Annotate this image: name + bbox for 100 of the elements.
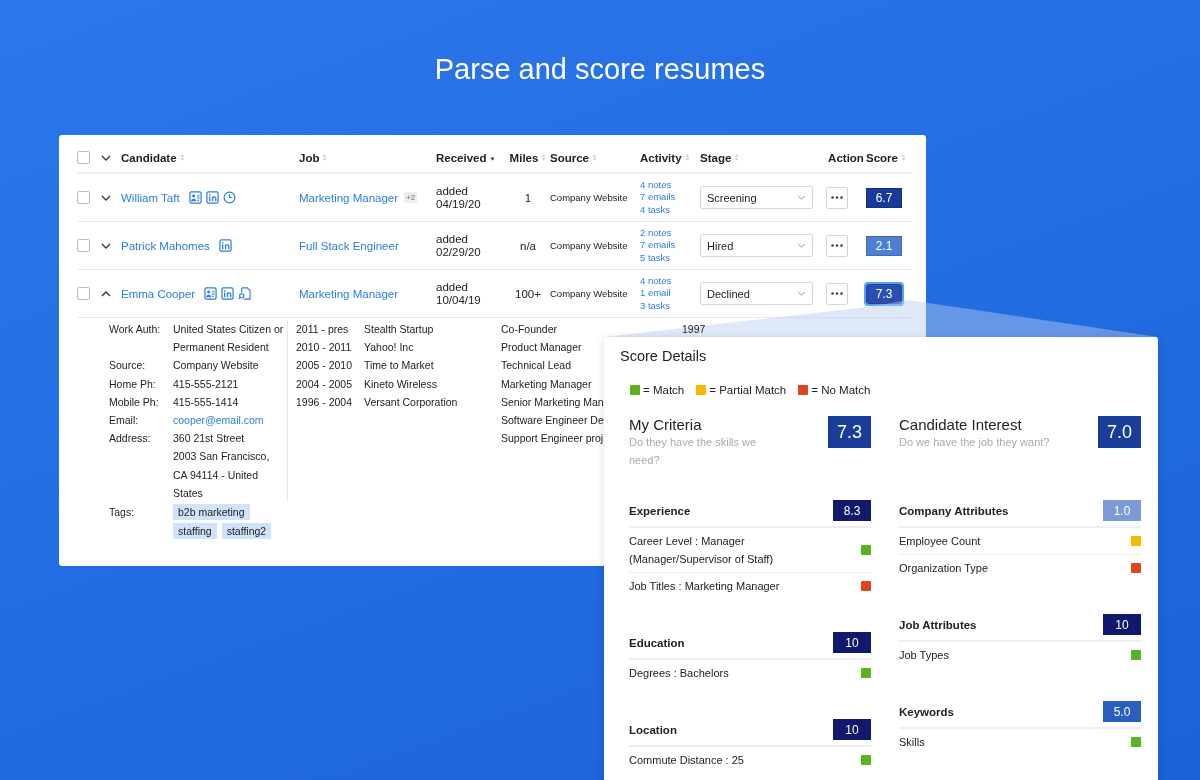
job-title-text: Senior Marketing Man xyxy=(501,394,604,410)
miles-text: n/a xyxy=(520,239,536,252)
column-header[interactable]: Score xyxy=(866,151,906,164)
linkedin-icon[interactable] xyxy=(205,191,219,204)
field-label: Email: xyxy=(109,413,140,428)
field-value: United States Citizen or Permanent Resident xyxy=(173,322,285,356)
score-badge[interactable]: 7.3 xyxy=(866,283,902,304)
tag-chip[interactable]: b2b marketing xyxy=(173,504,250,521)
activity-link[interactable]: 4 tasks xyxy=(640,203,700,217)
select-all-checkbox[interactable] xyxy=(77,151,90,164)
criterion-text: Career Level : Manager (Manager/Supervisor of Staff) xyxy=(629,534,775,567)
section-title: Experience xyxy=(629,504,691,517)
activity-link[interactable]: 7 emails xyxy=(640,239,700,252)
candidate-name-link[interactable]: Emma Cooper xyxy=(121,287,196,300)
score-badge[interactable]: 6.7 xyxy=(866,187,902,208)
criterion-text: Job Types xyxy=(899,648,950,663)
field-label: Home Ph: xyxy=(109,376,157,392)
linkedin-icon[interactable] xyxy=(221,287,235,300)
criteria-score: 7.3 xyxy=(828,416,871,448)
job-link[interactable]: Full Stack Engineer xyxy=(299,239,399,252)
job-title-text: Support Engineer proj xyxy=(501,431,604,447)
section-title: Company Attributes xyxy=(899,504,1009,517)
column-header[interactable]: Miles xyxy=(509,151,547,164)
linkedin-icon[interactable] xyxy=(218,239,232,252)
caret-icon xyxy=(797,243,806,248)
activity-link[interactable]: 4 notes xyxy=(640,274,700,288)
score-badge[interactable]: 2.1 xyxy=(866,235,902,256)
job-link[interactable]: Marketing Manager xyxy=(299,287,399,300)
company-name: Kineto Wireless xyxy=(364,376,437,392)
row-checkbox[interactable] xyxy=(77,287,90,300)
experience-years: 1996 - 2004 xyxy=(296,394,353,410)
field-label: Mobile Ph: xyxy=(109,394,160,410)
criterion-text: Employee Count xyxy=(899,534,982,549)
column-header[interactable]: Stage xyxy=(700,151,740,164)
page-heading: Parse and score resumes xyxy=(433,52,767,87)
panel-title: Score Details xyxy=(620,348,708,364)
collapse-chevron-icon[interactable] xyxy=(101,290,111,297)
activity-link[interactable]: 3 tasks xyxy=(640,299,700,313)
more-actions-button[interactable] xyxy=(826,234,848,257)
criterion-text: Job Titles : Marketing Manager xyxy=(629,579,781,594)
job-title-text: Co-Founder xyxy=(501,322,558,337)
expand-chevron-icon[interactable] xyxy=(101,154,111,161)
column-header[interactable]: Action xyxy=(828,151,864,164)
field-value: 360 21st Street xyxy=(173,431,246,447)
column-header[interactable]: Job xyxy=(299,151,328,164)
field-value: Company Website xyxy=(173,358,260,374)
row-checkbox[interactable] xyxy=(77,239,90,252)
stage-dropdown[interactable]: Declined xyxy=(700,282,813,305)
experience-years: 2004 - 2005 xyxy=(296,376,353,392)
section-title: Education xyxy=(629,636,685,649)
miles-text: 1 xyxy=(524,191,532,204)
job-count-tag: +2 xyxy=(404,192,418,203)
received-label: added xyxy=(436,280,469,294)
field-label: Work Auth: xyxy=(109,322,162,337)
row-checkbox[interactable] xyxy=(77,191,90,204)
legend-label: = Match xyxy=(643,384,685,396)
email-link[interactable]: cooper@email.com xyxy=(173,411,285,430)
legend-label: = No Match xyxy=(811,384,871,396)
stage-dropdown[interactable]: Hired xyxy=(700,234,813,257)
experience-years: 2011 - pres xyxy=(296,322,349,337)
column-header[interactable]: Activity xyxy=(640,151,690,164)
source-text: Company Website xyxy=(550,192,628,203)
field-value: 415-555-2121 xyxy=(173,376,240,392)
section-title: Location xyxy=(629,723,677,736)
expand-chevron-icon[interactable] xyxy=(101,242,111,249)
section-score: 10 xyxy=(833,719,871,740)
activity-link[interactable]: 5 tasks xyxy=(640,251,700,265)
profile-card-icon[interactable] xyxy=(188,191,202,204)
criteria-title: My Criteria xyxy=(629,416,703,433)
year-text: 1997 xyxy=(682,322,706,337)
field-label: Address: xyxy=(109,431,152,447)
expand-chevron-icon[interactable] xyxy=(101,194,111,201)
activity-link[interactable]: 4 notes xyxy=(640,178,700,192)
section-title: Keywords xyxy=(899,705,954,718)
document-search-icon[interactable] xyxy=(238,287,252,300)
received-date: 10/04/19 xyxy=(436,293,482,307)
experience-years: 2005 - 2010 xyxy=(296,358,353,374)
clock-icon[interactable] xyxy=(222,191,236,204)
profile-card-icon[interactable] xyxy=(204,287,218,300)
field-label: Tags: xyxy=(109,505,136,521)
candidate-name-link[interactable]: Patrick Mahomes xyxy=(121,239,210,252)
activity-link[interactable]: 7 emails xyxy=(640,191,700,204)
stage-dropdown[interactable]: Screening xyxy=(700,186,813,209)
job-link[interactable]: Marketing Manager xyxy=(299,191,399,204)
more-actions-button[interactable] xyxy=(826,282,848,305)
candidate-name-link[interactable]: William Taft xyxy=(121,191,180,204)
received-label: added xyxy=(436,232,469,246)
section-score: 1.0 xyxy=(1103,500,1141,521)
received-label: added xyxy=(436,184,469,198)
criteria-subtitle: Do we have the job they want? xyxy=(899,435,1051,450)
activity-link[interactable]: 2 notes xyxy=(640,226,700,240)
more-actions-button[interactable] xyxy=(826,186,848,209)
column-header[interactable]: Candidate xyxy=(121,151,185,164)
job-title-text: Software Engineer De xyxy=(501,413,604,428)
tag-chip[interactable]: staffing2 xyxy=(221,523,272,540)
column-header[interactable]: Source xyxy=(550,151,597,164)
criteria-subtitle: Do they have the skills we need? xyxy=(629,435,758,468)
column-header[interactable]: Received xyxy=(436,151,495,164)
activity-link[interactable]: 1 email xyxy=(640,287,700,300)
tag-chip[interactable]: staffing xyxy=(173,523,217,540)
